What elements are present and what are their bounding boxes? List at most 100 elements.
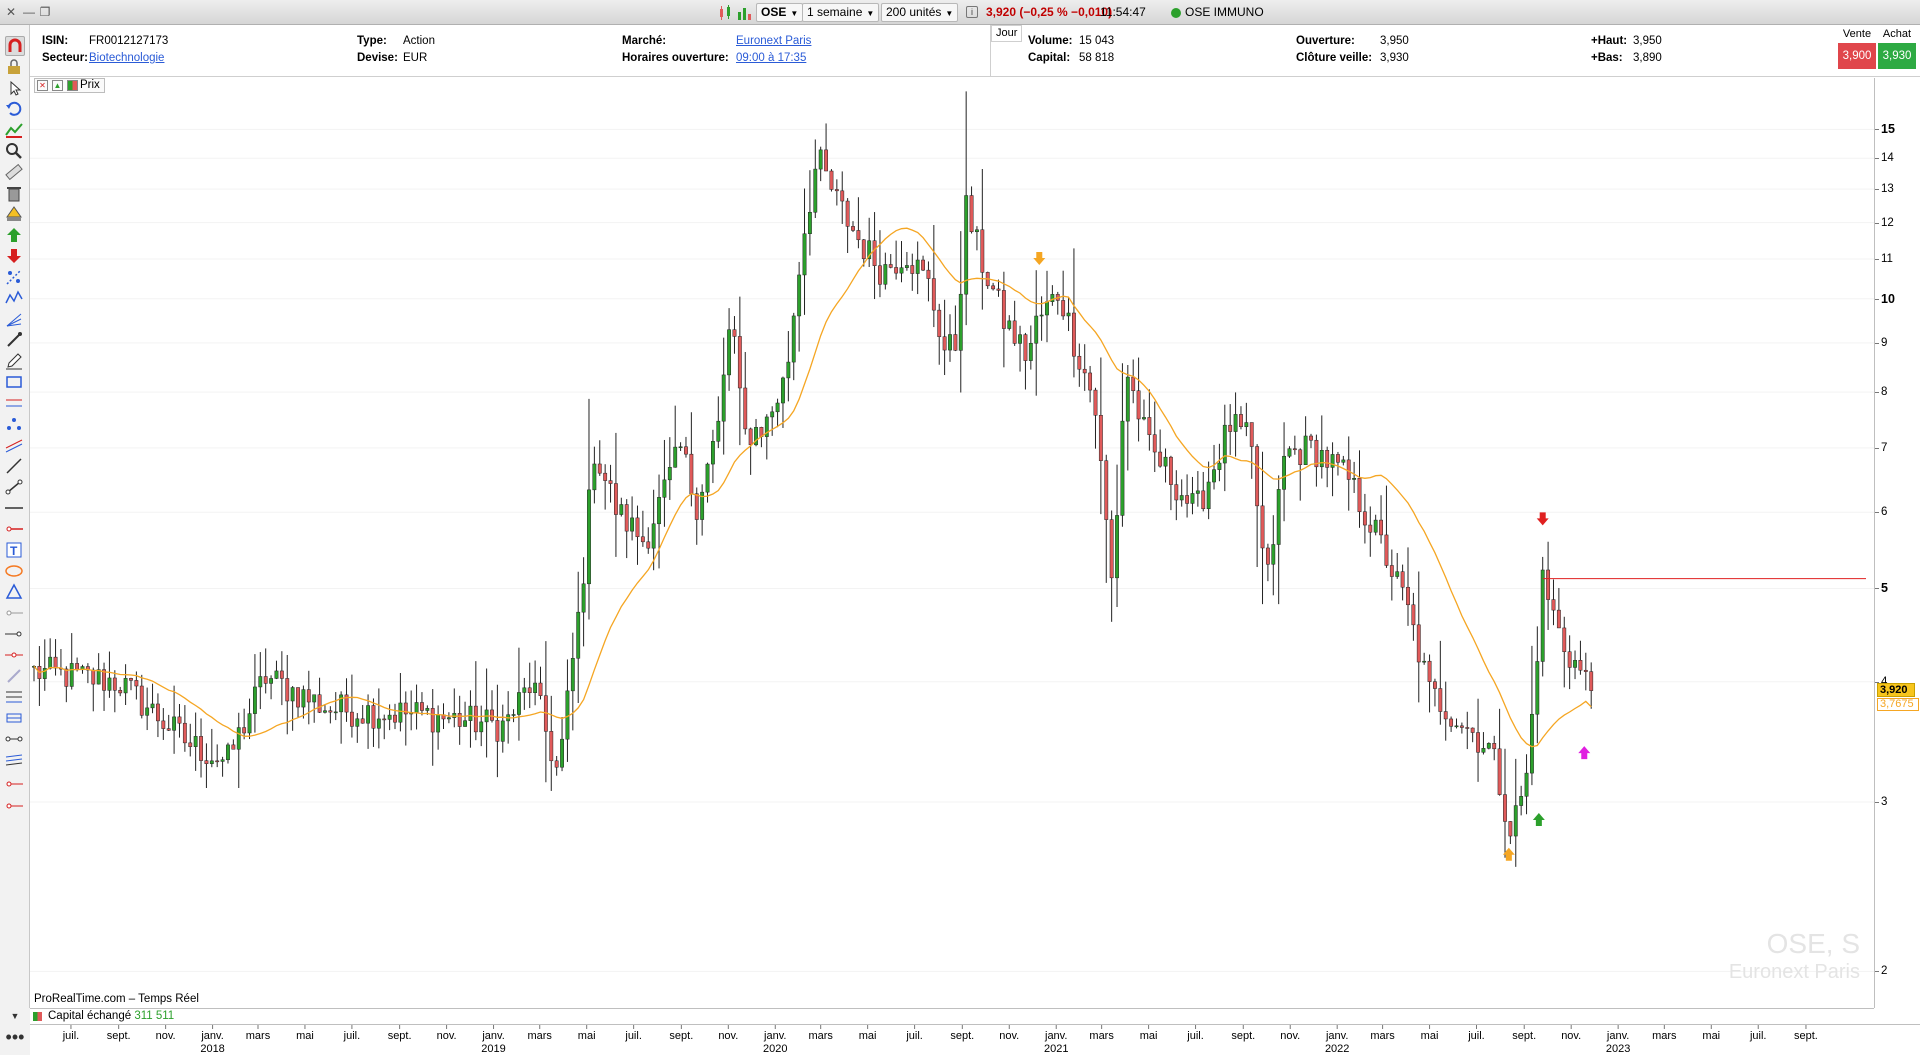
zoom-icon[interactable] xyxy=(5,142,25,162)
y-tick-label: 13 xyxy=(1881,183,1894,196)
bar-chart-icon[interactable] xyxy=(736,4,752,21)
candle-body xyxy=(1503,794,1507,822)
rectangle-icon[interactable] xyxy=(5,373,25,393)
measure-icon[interactable] xyxy=(5,730,25,750)
fibonacci-icon[interactable] xyxy=(5,268,25,288)
minimize-icon[interactable]: — xyxy=(22,5,36,19)
y-tick-label: 5 xyxy=(1881,581,1888,596)
projection-icon[interactable] xyxy=(5,709,25,729)
x-tick-label: mars xyxy=(808,1030,833,1042)
fibonacci-levels-icon[interactable] xyxy=(5,688,25,708)
candle-body xyxy=(931,278,936,311)
restore-icon[interactable]: ❐ xyxy=(38,5,52,19)
candle-body xyxy=(457,713,462,727)
lock-icon[interactable] xyxy=(5,58,25,78)
undo-icon[interactable] xyxy=(5,100,25,120)
ray-red-icon[interactable] xyxy=(5,775,25,795)
price-line-icon[interactable] xyxy=(5,646,25,666)
units-selector[interactable]: 200 unités ▼ xyxy=(881,3,959,22)
candle-body xyxy=(651,523,656,549)
ray-red-2-icon[interactable] xyxy=(5,797,25,817)
tab-jour[interactable]: Jour xyxy=(991,25,1023,42)
magnet-icon[interactable] xyxy=(5,36,25,56)
candle-body xyxy=(1028,343,1033,361)
capital-indicator-bar[interactable]: Capital échangé 311 511 xyxy=(30,1008,1874,1024)
candle-body xyxy=(1341,459,1346,463)
type-value: Action xyxy=(403,35,435,47)
ray-right-icon[interactable] xyxy=(5,604,25,624)
x-tick-label: mai xyxy=(859,1030,877,1042)
alert-icon[interactable] xyxy=(5,205,25,225)
pencil-icon[interactable] xyxy=(5,352,25,372)
close-chart-icon[interactable]: ✕ xyxy=(37,80,48,91)
candle-body xyxy=(231,744,236,750)
candle-body xyxy=(587,489,591,585)
price-chart[interactable] xyxy=(30,78,1874,1008)
candle-body xyxy=(1309,435,1313,441)
candle-body xyxy=(856,230,861,241)
candle-body xyxy=(1185,495,1190,504)
trendline-icon[interactable] xyxy=(5,457,25,477)
ruler-icon[interactable] xyxy=(5,163,25,183)
candle-body xyxy=(1567,651,1572,668)
candle-body xyxy=(684,446,688,455)
buy-arrow-icon[interactable] xyxy=(5,226,25,246)
gann-icon[interactable] xyxy=(5,751,25,771)
candle-body xyxy=(802,233,807,276)
close-icon[interactable]: ✕ xyxy=(4,5,18,19)
candle-body xyxy=(290,687,295,702)
pointer-icon[interactable] xyxy=(5,79,25,99)
sell-arrow-icon[interactable] xyxy=(5,247,25,267)
candle-body xyxy=(463,720,467,727)
indicator-icon[interactable] xyxy=(5,121,25,141)
segment-icon[interactable] xyxy=(5,478,25,498)
isin-value: FR0012127173 xyxy=(89,35,169,47)
candle-body xyxy=(1023,334,1028,361)
y-tick xyxy=(1875,392,1879,394)
period-selector[interactable]: 1 semaine ▼ xyxy=(802,3,880,22)
candle-body xyxy=(296,687,300,708)
trash-icon[interactable] xyxy=(5,184,25,204)
candle-body xyxy=(420,702,424,711)
candle-body xyxy=(921,259,925,271)
candle-body xyxy=(1433,681,1437,689)
x-tick-label: nov. xyxy=(1561,1030,1581,1042)
candle-body xyxy=(64,668,69,687)
legend-label: Prix xyxy=(80,79,100,91)
fibonacci-fan-icon[interactable] xyxy=(5,310,25,330)
candle-body xyxy=(592,463,597,491)
collapse-icon[interactable]: ▼ xyxy=(0,1008,30,1024)
horizontal-line-icon[interactable] xyxy=(5,499,25,519)
pen-icon[interactable] xyxy=(5,667,25,687)
pattern-icon[interactable] xyxy=(5,415,25,435)
buy-button[interactable]: 3,930 xyxy=(1878,43,1916,69)
horaires-link[interactable]: 09:00 à 17:35 xyxy=(736,52,806,64)
candle-body xyxy=(910,265,915,274)
horizontal-level-icon[interactable] xyxy=(5,394,25,414)
arrow-down-marker xyxy=(1536,512,1549,526)
elliott-wave-icon[interactable] xyxy=(5,289,25,309)
candle-body xyxy=(252,686,257,714)
candle-body xyxy=(829,170,834,190)
symbol-selector[interactable]: OSE ▼ xyxy=(756,3,804,22)
time-axis[interactable]: juil. sept. nov. janv.2018mars mai juil. sept.… xyxy=(30,1024,1920,1055)
price-axis[interactable]: 2 3 4 5 6 7 8 9 10 11 12 13 14 15 3,920 3,7675 xyxy=(1874,78,1920,1008)
marche-link[interactable]: Euronext Paris xyxy=(736,35,811,47)
chart-type-icon[interactable] xyxy=(718,4,734,21)
channel-icon[interactable] xyxy=(5,436,25,456)
sell-button[interactable]: 3,900 xyxy=(1838,43,1876,69)
triangle-icon[interactable] xyxy=(5,583,25,603)
arrow-up-marker xyxy=(1578,746,1591,760)
capital-label: Capital: xyxy=(1028,52,1071,64)
text-icon[interactable]: T xyxy=(5,541,25,561)
y-tick xyxy=(1875,342,1879,344)
line-tool-icon[interactable] xyxy=(5,331,25,351)
more-icon[interactable]: ••• xyxy=(0,1024,30,1055)
secteur-link[interactable]: Biotechnologie xyxy=(89,52,164,64)
ellipse-icon[interactable] xyxy=(5,562,25,582)
ray-left-icon[interactable] xyxy=(5,625,25,645)
ray-icon[interactable] xyxy=(5,520,25,540)
expand-chart-icon[interactable]: ▲ xyxy=(52,80,63,91)
candle-body xyxy=(177,716,182,724)
info-icon[interactable]: i xyxy=(966,6,978,18)
